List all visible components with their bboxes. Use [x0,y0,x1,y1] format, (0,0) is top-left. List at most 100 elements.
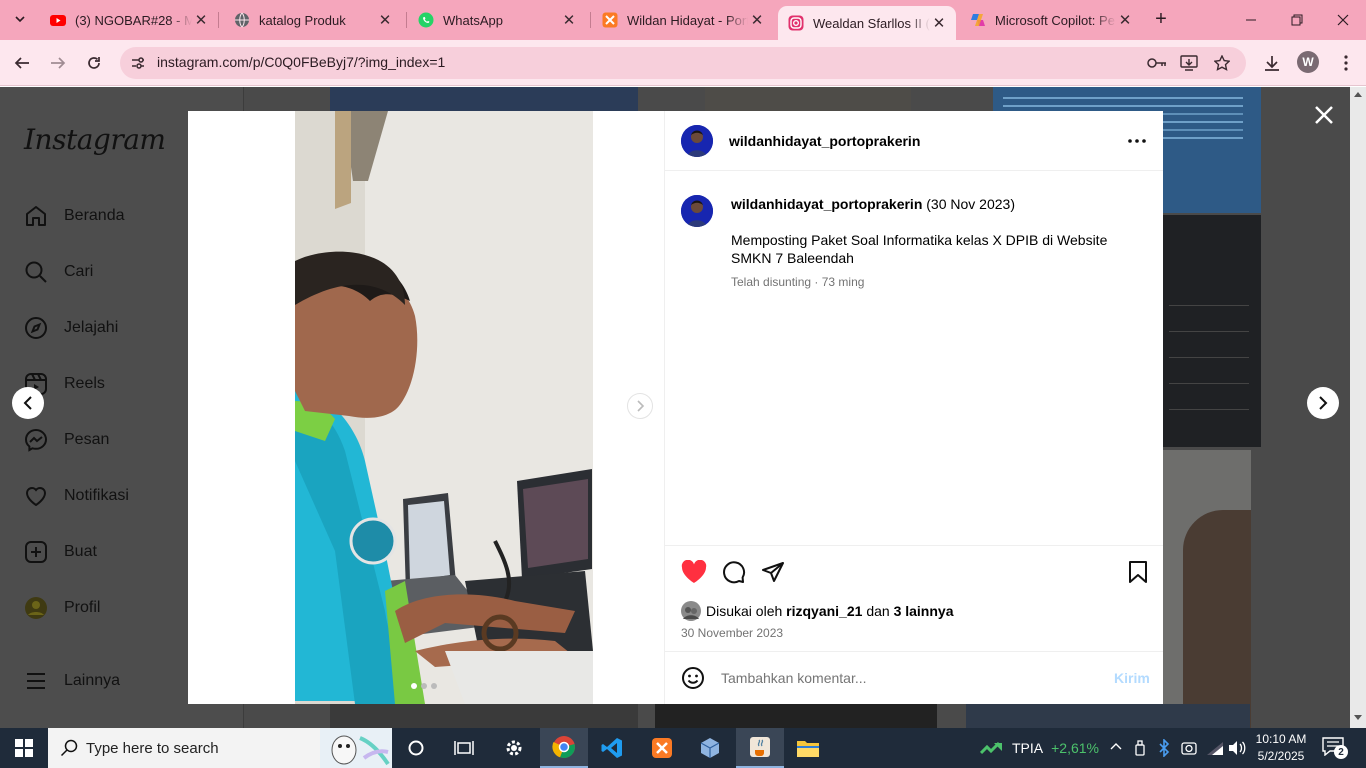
search-icon [60,739,78,757]
notification-center-button[interactable]: 2 [1322,736,1348,760]
new-tab-button[interactable]: + [1150,8,1172,30]
taskbar-virtualbox[interactable] [686,728,734,768]
nav-notifikasi[interactable]: Notifikasi [24,482,129,510]
more-options-icon[interactable] [1128,139,1146,143]
share-icon[interactable] [761,560,785,584]
like-heart-icon[interactable] [681,560,707,584]
tab-whatsapp[interactable]: WhatsApp ✕ [408,6,586,34]
close-modal-icon[interactable] [1313,104,1335,126]
tab-copilot[interactable]: Microsoft Copilot: Pe ✕ [960,6,1142,34]
nav-beranda[interactable]: Beranda [24,202,125,230]
grid-thumbnail[interactable] [330,704,638,728]
previous-post-button[interactable] [12,387,44,419]
tab-search-button[interactable] [8,7,32,31]
likes-others-link[interactable]: 3 lainnya [894,603,954,619]
cortana-button[interactable] [392,728,440,768]
comment-icon[interactable] [722,560,746,584]
nav-lainnya[interactable]: Lainnya [24,667,120,695]
liked-by-user[interactable]: rizqyani_21 [786,603,862,619]
back-button[interactable] [9,50,35,76]
start-button[interactable] [0,728,48,768]
globe-icon [235,12,249,28]
nav-cari[interactable]: Cari [24,258,93,286]
tab-instagram[interactable]: Wealdan Sfarllos II (@ ✕ [778,6,956,40]
close-icon[interactable]: ✕ [376,11,394,29]
restore-button[interactable] [1274,0,1320,40]
grid-thumbnail[interactable] [966,704,1250,728]
minimize-button[interactable] [1228,0,1274,40]
downloads-button[interactable] [1259,50,1285,76]
taskbar-chrome[interactable] [540,728,588,768]
clock[interactable]: 10:10 AM 5/2/2025 [1252,731,1310,765]
xampp-icon [652,738,672,758]
instagram-logo[interactable]: Instagram [24,123,166,156]
taskbar-xampp[interactable] [638,728,686,768]
grid-thumbnail[interactable] [655,704,937,728]
taskbar-file-explorer[interactable] [784,728,832,768]
nav-label: Notifikasi [64,487,129,504]
author-username[interactable]: wildanhidayat_portoprakerin [729,133,920,149]
usb-drive-icon[interactable] [1134,740,1146,756]
menu-icon [27,673,45,689]
task-view-button[interactable] [440,728,488,768]
tab-katalog[interactable]: katalog Produk ✕ [224,6,402,34]
nav-pesan[interactable]: Pesan [24,426,109,454]
close-icon[interactable]: ✕ [560,11,578,29]
nav-label: Lainnya [64,672,121,689]
caption-author-avatar[interactable] [681,195,713,227]
grid-thumbnail[interactable] [705,87,911,111]
chevron-right-icon [637,400,645,412]
media-next-button[interactable] [627,393,653,419]
bookmark-star-icon[interactable] [1211,53,1233,73]
chevron-up-icon[interactable] [1110,741,1122,753]
nav-buat[interactable]: Buat [24,538,97,566]
close-icon[interactable]: ✕ [1116,11,1134,29]
liker-avatar[interactable] [681,601,701,621]
emoji-icon[interactable] [681,666,705,690]
menu-button[interactable] [1333,50,1359,76]
close-icon[interactable]: ✕ [748,11,766,29]
password-key-icon[interactable] [1146,53,1168,73]
grid-thumbnail[interactable] [1163,215,1261,447]
vscode-icon [601,738,622,758]
chrome-icon [552,736,575,759]
windows-taskbar: Type here to search TPIA +2,61% 10:10 AM… [0,728,1366,768]
install-app-icon[interactable] [1178,53,1200,73]
address-bar[interactable]: instagram.com/p/C0Q0FBeByj7/?img_index=1 [120,47,1246,79]
close-icon[interactable]: ✕ [930,14,948,32]
grid-thumbnail[interactable] [330,87,638,111]
taskbar-vscode[interactable] [588,728,636,768]
reload-button[interactable] [81,50,107,76]
grid-thumbnail[interactable] [1163,450,1251,728]
stock-trend-icon [980,741,1002,755]
forward-button[interactable] [45,50,71,76]
profile-avatar-button[interactable]: W [1297,51,1319,73]
site-info-icon[interactable] [128,53,148,73]
taskbar-settings[interactable] [490,728,538,768]
next-post-button[interactable] [1307,387,1339,419]
taskbar-search[interactable]: Type here to search [48,728,392,768]
nav-jelajahi[interactable]: Jelajahi [24,314,118,342]
send-comment-button[interactable]: Kirim [1114,670,1150,686]
comment-input[interactable] [721,668,1101,688]
wifi-icon[interactable] [1206,740,1224,756]
stock-widget[interactable]: TPIA +2,61% [980,728,1099,768]
page-scrollbar[interactable] [1350,87,1366,728]
author-avatar[interactable] [681,125,713,157]
tab-wildan-portfolio[interactable]: Wildan Hidayat - Port ✕ [592,6,774,34]
post-date[interactable]: 30 November 2023 [681,626,783,640]
taskbar-java[interactable] [736,728,784,768]
camera-icon[interactable] [1181,740,1197,756]
caption-username[interactable]: wildanhidayat_portoprakerin [731,196,922,212]
close-window-button[interactable] [1320,0,1366,40]
save-bookmark-icon[interactable] [1128,561,1148,583]
profile-avatar [25,597,47,619]
tab-youtube[interactable]: (3) NGOBAR#28 - Me ✕ [40,6,218,34]
nav-profil[interactable]: Profil [24,594,100,622]
java-icon [750,737,770,757]
bluetooth-icon[interactable] [1158,739,1170,757]
scroll-down-icon[interactable] [1354,715,1362,721]
scroll-up-icon[interactable] [1354,91,1362,97]
close-icon[interactable]: ✕ [192,11,210,29]
volume-icon[interactable] [1228,740,1246,756]
